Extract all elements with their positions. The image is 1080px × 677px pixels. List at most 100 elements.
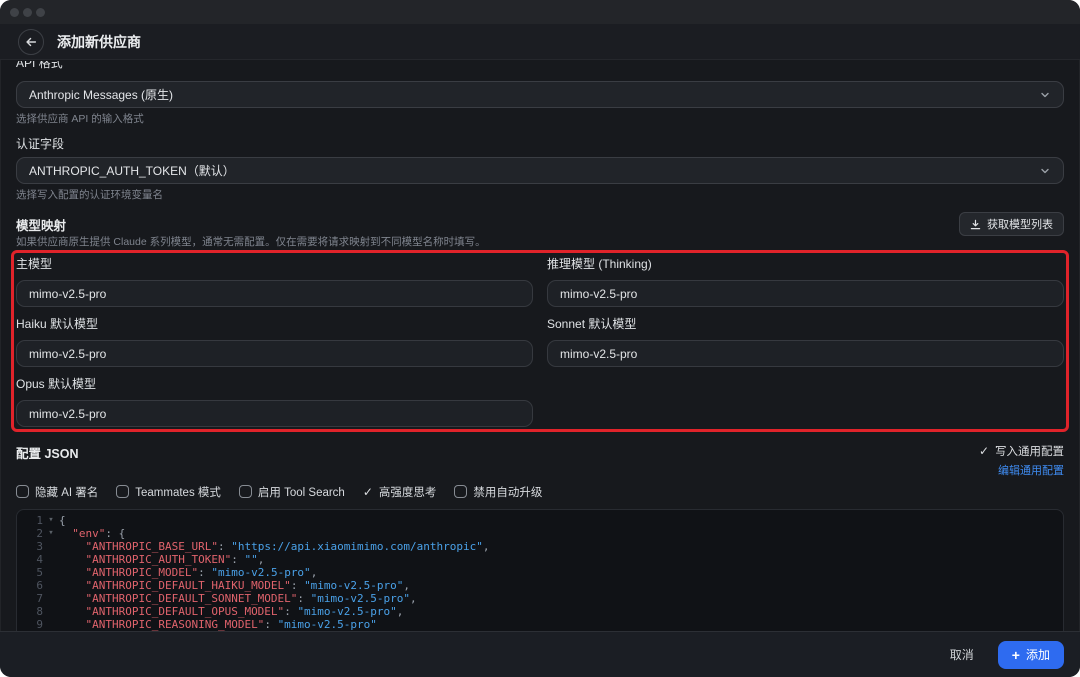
chevron-down-icon bbox=[1039, 165, 1051, 177]
code-text: "ANTHROPIC_BASE_URL": "https://api.xiaom… bbox=[59, 540, 1063, 553]
plus-icon: + bbox=[1012, 648, 1020, 662]
model-mapping-header: 模型映射 获取模型列表 bbox=[16, 212, 1064, 236]
model-input-value: mimo-v2.5-pro bbox=[560, 287, 637, 301]
model-input-value: mimo-v2.5-pro bbox=[560, 347, 637, 361]
code-line: 7 "ANTHROPIC_DEFAULT_SONNET_MODEL": "mim… bbox=[17, 592, 1063, 605]
config-json-header: 配置 JSON ✓ 写入通用配置 编辑通用配置 bbox=[16, 443, 1064, 478]
chevron-down-icon bbox=[1039, 89, 1051, 101]
field-label: 推理模型 (Thinking) bbox=[547, 257, 1064, 272]
line-number: 1 bbox=[17, 514, 43, 527]
field-label: Opus 默认模型 bbox=[16, 377, 533, 392]
fold-spacer bbox=[43, 566, 59, 579]
line-number: 4 bbox=[17, 553, 43, 566]
config-toggle[interactable]: 启用 Tool Search bbox=[239, 484, 345, 500]
fold-spacer bbox=[43, 540, 59, 553]
field-label: Haiku 默认模型 bbox=[16, 317, 533, 332]
code-text: "ANTHROPIC_REASONING_MODEL": "mimo-v2.5-… bbox=[59, 618, 1063, 631]
toggle-label: 高强度思考 bbox=[379, 484, 437, 500]
model-input[interactable]: mimo-v2.5-pro bbox=[16, 400, 533, 427]
config-toggle[interactable]: ✓ 高强度思考 bbox=[363, 484, 437, 500]
model-input[interactable]: mimo-v2.5-pro bbox=[547, 340, 1064, 367]
app-window: 添加新供应商 API 格式 Anthropic Messages (原生) 选择… bbox=[0, 0, 1080, 677]
window-titlebar bbox=[0, 0, 1080, 24]
model-mapping-grid: 主模型 mimo-v2.5-pro 推理模型 (Thinking) mimo-v2.5… bbox=[16, 257, 1064, 427]
page-title: 添加新供应商 bbox=[57, 32, 141, 52]
model-mapping-field: 主模型 mimo-v2.5-pro bbox=[16, 257, 533, 307]
edit-common-config-link[interactable]: 编辑通用配置 bbox=[998, 462, 1064, 478]
line-number: 2 bbox=[17, 527, 43, 540]
fetch-models-button[interactable]: 获取模型列表 bbox=[959, 212, 1064, 236]
checkbox-icon bbox=[239, 485, 252, 498]
write-common-config-label: 写入通用配置 bbox=[995, 443, 1064, 459]
api-format-select[interactable]: Anthropic Messages (原生) bbox=[16, 81, 1064, 108]
write-common-config-toggle[interactable]: ✓ 写入通用配置 bbox=[979, 443, 1064, 459]
auth-field-label: 认证字段 bbox=[16, 137, 1064, 152]
config-json-options: ✓ 写入通用配置 编辑通用配置 bbox=[979, 443, 1064, 478]
api-format-help: 选择供应商 API 的输入格式 bbox=[16, 113, 1064, 126]
toggle-label: 启用 Tool Search bbox=[258, 484, 345, 500]
code-text: "ANTHROPIC_AUTH_TOKEN": "", bbox=[59, 553, 1063, 566]
config-toggle[interactable]: 禁用自动升级 bbox=[454, 484, 542, 500]
code-line: 6 "ANTHROPIC_DEFAULT_HAIKU_MODEL": "mimo… bbox=[17, 579, 1063, 592]
code-line: 5 "ANTHROPIC_MODEL": "mimo-v2.5-pro", bbox=[17, 566, 1063, 579]
field-label: Sonnet 默认模型 bbox=[547, 317, 1064, 332]
clipped-label-wrap: API 格式 bbox=[16, 61, 1064, 72]
toggle-label: 禁用自动升级 bbox=[473, 484, 542, 500]
code-line: 4 "ANTHROPIC_AUTH_TOKEN": "", bbox=[17, 553, 1063, 566]
config-json-label: 配置 JSON bbox=[16, 443, 79, 462]
form-scroll-area[interactable]: API 格式 Anthropic Messages (原生) 选择供应商 API… bbox=[0, 61, 1080, 631]
auth-field-select[interactable]: ANTHROPIC_AUTH_TOKEN（默认） bbox=[16, 157, 1064, 184]
download-icon bbox=[970, 219, 981, 230]
check-icon: ✓ bbox=[979, 445, 989, 457]
code-text: "ANTHROPIC_DEFAULT_OPUS_MODEL": "mimo-v2… bbox=[59, 605, 1063, 618]
code-text: "ANTHROPIC_MODEL": "mimo-v2.5-pro", bbox=[59, 566, 1063, 579]
check-icon: ✓ bbox=[363, 486, 373, 498]
model-input[interactable]: mimo-v2.5-pro bbox=[547, 280, 1064, 307]
model-input[interactable]: mimo-v2.5-pro bbox=[16, 280, 533, 307]
fold-spacer bbox=[43, 553, 59, 566]
footer-bar: 取消 + 添加 bbox=[0, 631, 1080, 677]
model-mapping-field: Sonnet 默认模型 mimo-v2.5-pro bbox=[547, 317, 1064, 367]
config-toggle-row: 隐藏 AI 署名 Teammates 模式 启用 Tool Search ✓ 高强度思考… bbox=[16, 484, 1064, 499]
fold-caret-icon[interactable]: ▾ bbox=[43, 514, 59, 527]
code-line: 2▾ "env": { bbox=[17, 527, 1063, 540]
fold-spacer bbox=[43, 618, 59, 631]
code-text: "env": { bbox=[59, 527, 1063, 540]
code-line: 9 "ANTHROPIC_REASONING_MODEL": "mimo-v2.… bbox=[17, 618, 1063, 631]
fold-caret-icon[interactable]: ▾ bbox=[43, 527, 59, 540]
line-number: 8 bbox=[17, 605, 43, 618]
model-mapping-field: Opus 默认模型 mimo-v2.5-pro bbox=[16, 377, 533, 427]
line-number: 7 bbox=[17, 592, 43, 605]
fold-spacer bbox=[43, 592, 59, 605]
traffic-light-close[interactable] bbox=[10, 8, 19, 17]
config-toggle[interactable]: 隐藏 AI 署名 bbox=[16, 484, 98, 500]
model-mapping-title: 模型映射 bbox=[16, 215, 66, 234]
cancel-button[interactable]: 取消 bbox=[940, 640, 984, 669]
fold-spacer bbox=[43, 579, 59, 592]
code-line: 3 "ANTHROPIC_BASE_URL": "https://api.xia… bbox=[17, 540, 1063, 553]
model-input[interactable]: mimo-v2.5-pro bbox=[16, 340, 533, 367]
traffic-light-minimize[interactable] bbox=[23, 8, 32, 17]
traffic-light-zoom[interactable] bbox=[36, 8, 45, 17]
add-button[interactable]: + 添加 bbox=[998, 641, 1064, 669]
code-text: "ANTHROPIC_DEFAULT_SONNET_MODEL": "mimo-… bbox=[59, 592, 1063, 605]
json-editor[interactable]: 1▾{2▾ "env": {3 "ANTHROPIC_BASE_URL": "h… bbox=[16, 509, 1064, 631]
field-label: 主模型 bbox=[16, 257, 533, 272]
code-text: { bbox=[59, 514, 1063, 527]
model-input-value: mimo-v2.5-pro bbox=[29, 287, 106, 301]
code-line: 1▾{ bbox=[17, 514, 1063, 527]
model-mapping-field: 推理模型 (Thinking) mimo-v2.5-pro bbox=[547, 257, 1064, 307]
fetch-models-label: 获取模型列表 bbox=[987, 216, 1053, 232]
code-line-list: 1▾{2▾ "env": {3 "ANTHROPIC_BASE_URL": "h… bbox=[17, 514, 1063, 631]
config-toggle[interactable]: Teammates 模式 bbox=[116, 484, 221, 500]
fold-spacer bbox=[43, 605, 59, 618]
back-button[interactable] bbox=[18, 29, 44, 55]
model-input-value: mimo-v2.5-pro bbox=[29, 347, 106, 361]
checkbox-icon bbox=[16, 485, 29, 498]
api-format-value: Anthropic Messages (原生) bbox=[29, 86, 173, 103]
line-number: 9 bbox=[17, 618, 43, 631]
arrow-left-icon bbox=[24, 35, 38, 49]
model-input-value: mimo-v2.5-pro bbox=[29, 407, 106, 421]
line-number: 3 bbox=[17, 540, 43, 553]
auth-field-value: ANTHROPIC_AUTH_TOKEN（默认） bbox=[29, 162, 235, 179]
